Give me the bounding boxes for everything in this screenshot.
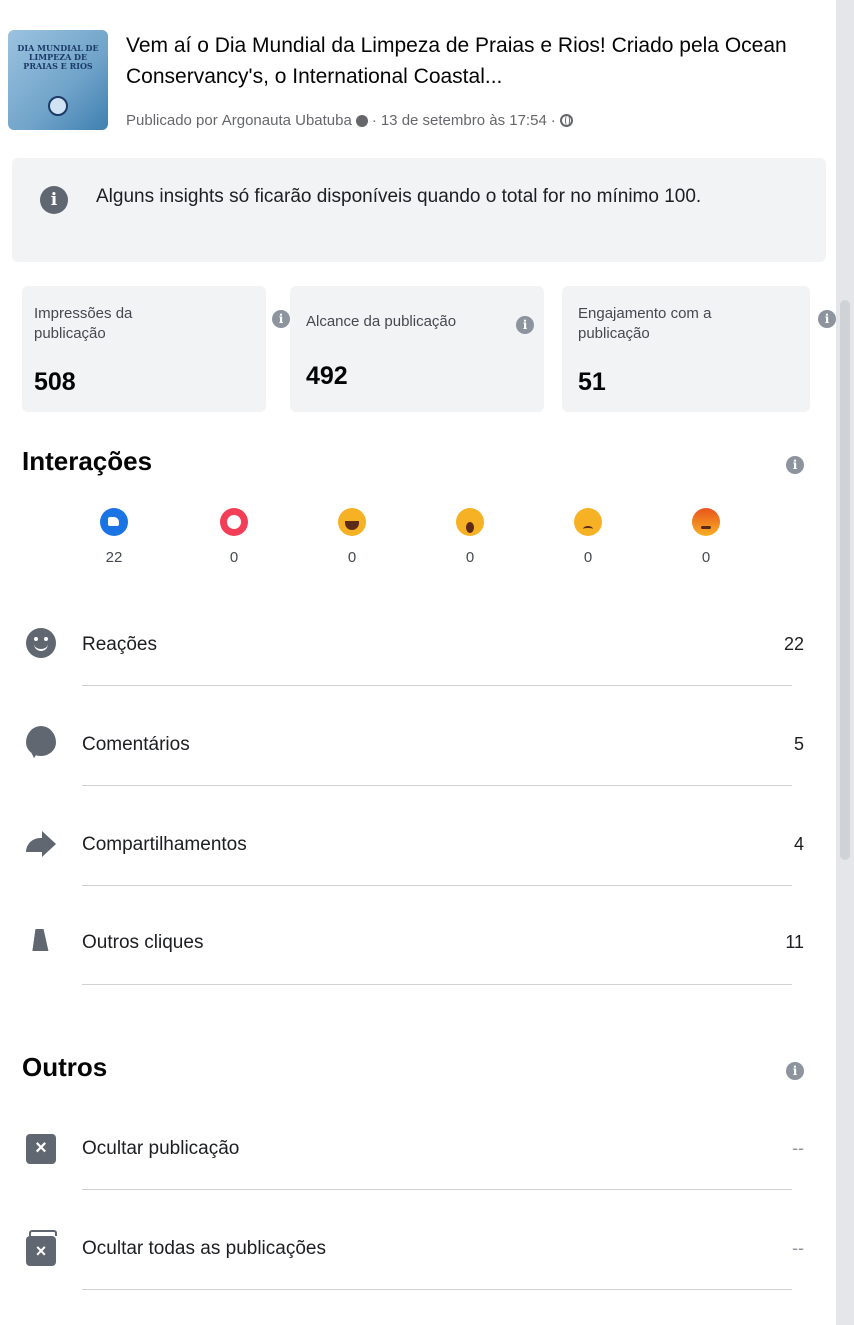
- metric-label: Impressões da publicação: [34, 305, 133, 342]
- row-value: 22: [783, 634, 804, 654]
- cursor-icon: [26, 926, 56, 956]
- row-label: Reações: [82, 634, 157, 655]
- reactions-breakdown: 22 0 0 0 0 0: [60, 508, 760, 588]
- divider: [82, 1189, 792, 1190]
- row-value: 4: [793, 834, 804, 854]
- love-icon: [220, 508, 248, 536]
- post-header: DIA MUNDIAL DE LIMPEZA DE PRAIAS E RIOS …: [8, 22, 828, 142]
- divider: [82, 1289, 792, 1290]
- reaction-like: 22: [84, 508, 144, 566]
- metric-value: 492: [306, 362, 348, 390]
- insights-notice: i Alguns insights só ficarão disponíveis…: [12, 158, 826, 262]
- notice-text: Alguns insights só ficarão disponíveis q…: [96, 186, 702, 207]
- globe-icon: [559, 114, 573, 127]
- row-label: Compartilhamentos: [82, 834, 247, 855]
- info-icon[interactable]: i: [786, 456, 804, 474]
- meta-separator: ·: [550, 112, 556, 129]
- row-label: Outros cliques: [82, 932, 204, 953]
- share-icon: [26, 828, 56, 858]
- angry-icon: [692, 508, 720, 536]
- thumbnail-text: DIA MUNDIAL DE LIMPEZA DE PRAIAS E RIOS: [17, 43, 99, 71]
- info-icon[interactable]: i: [272, 310, 290, 328]
- interactions-title: Interações: [22, 446, 153, 476]
- reaction-count: 0: [583, 549, 593, 566]
- others-title: Outros: [22, 1052, 108, 1082]
- row-other-clicks: Outros cliques 11: [22, 912, 804, 1012]
- wow-icon: [456, 508, 484, 536]
- row-hide-post: × Ocultar publicação --: [22, 1118, 804, 1218]
- row-label: Ocultar publicação: [82, 1138, 240, 1159]
- metric-label: Engajamento com a publicação: [578, 305, 712, 342]
- reaction-count: 22: [105, 549, 123, 566]
- reaction-count: 0: [229, 549, 239, 566]
- divider: [82, 785, 792, 786]
- row-value: 5: [793, 734, 804, 754]
- metric-card-reach: Alcance da publicação i 492: [290, 286, 544, 412]
- hide-all-posts-icon: ×: [26, 1230, 57, 1266]
- post-title[interactable]: Vem aí o Dia Mundial da Limpeza de Praia…: [126, 30, 826, 92]
- divider: [82, 885, 792, 886]
- reaction-love: 0: [204, 508, 264, 566]
- row-value: --: [792, 1238, 804, 1258]
- row-hide-all-posts: × Ocultar todas as publicações --: [22, 1218, 804, 1318]
- metric-label: Alcance da publicação: [306, 313, 457, 330]
- row-label: Comentários: [82, 734, 190, 755]
- metric-card-engagement: Engajamento com a publicação i 51: [562, 286, 836, 412]
- post-insights-panel: DIA MUNDIAL DE LIMPEZA DE PRAIAS E RIOS …: [0, 0, 836, 1325]
- reaction-count: 0: [701, 549, 711, 566]
- info-icon[interactable]: i: [818, 310, 836, 328]
- row-shares: Compartilhamentos 4: [22, 812, 804, 912]
- haha-icon: [338, 508, 366, 536]
- reaction-angry: 0: [676, 508, 736, 566]
- row-comments: Comentários 5: [22, 712, 804, 812]
- author-name[interactable]: Argonauta Ubatuba: [222, 112, 352, 129]
- meta-separator: ·: [371, 112, 377, 129]
- metric-value: 51: [578, 368, 606, 396]
- sad-icon: [574, 508, 602, 536]
- row-reactions: Reações 22: [22, 612, 804, 712]
- info-icon: i: [40, 186, 68, 214]
- account-dot-icon: [355, 114, 368, 127]
- like-icon: [100, 508, 128, 536]
- post-thumbnail[interactable]: DIA MUNDIAL DE LIMPEZA DE PRAIAS E RIOS: [8, 30, 108, 130]
- comment-icon: [26, 726, 56, 758]
- reaction-sad: 0: [558, 508, 618, 566]
- info-icon[interactable]: i: [786, 1062, 804, 1080]
- divider: [82, 984, 792, 985]
- info-icon[interactable]: i: [516, 316, 534, 334]
- meta-prefix: Publicado por: [126, 112, 218, 129]
- thumbnail-logo: [48, 96, 68, 116]
- post-meta: Publicado por Argonauta Ubatuba · 13 de …: [126, 112, 573, 129]
- metric-card-impressions: Impressões da publicação i 508: [22, 286, 290, 412]
- scrollbar-thumb[interactable]: [840, 300, 850, 860]
- metric-value: 508: [34, 368, 76, 396]
- reaction-haha: 0: [322, 508, 382, 566]
- row-value: 11: [785, 932, 804, 952]
- hide-post-icon: ×: [26, 1134, 56, 1164]
- smile-icon: [26, 628, 56, 658]
- reaction-wow: 0: [440, 508, 500, 566]
- row-label: Ocultar todas as publicações: [82, 1238, 326, 1259]
- reaction-count: 0: [465, 549, 475, 566]
- post-date[interactable]: 13 de setembro às 17:54: [381, 112, 547, 129]
- divider: [82, 685, 792, 686]
- row-value: --: [792, 1138, 804, 1158]
- reaction-count: 0: [347, 549, 357, 566]
